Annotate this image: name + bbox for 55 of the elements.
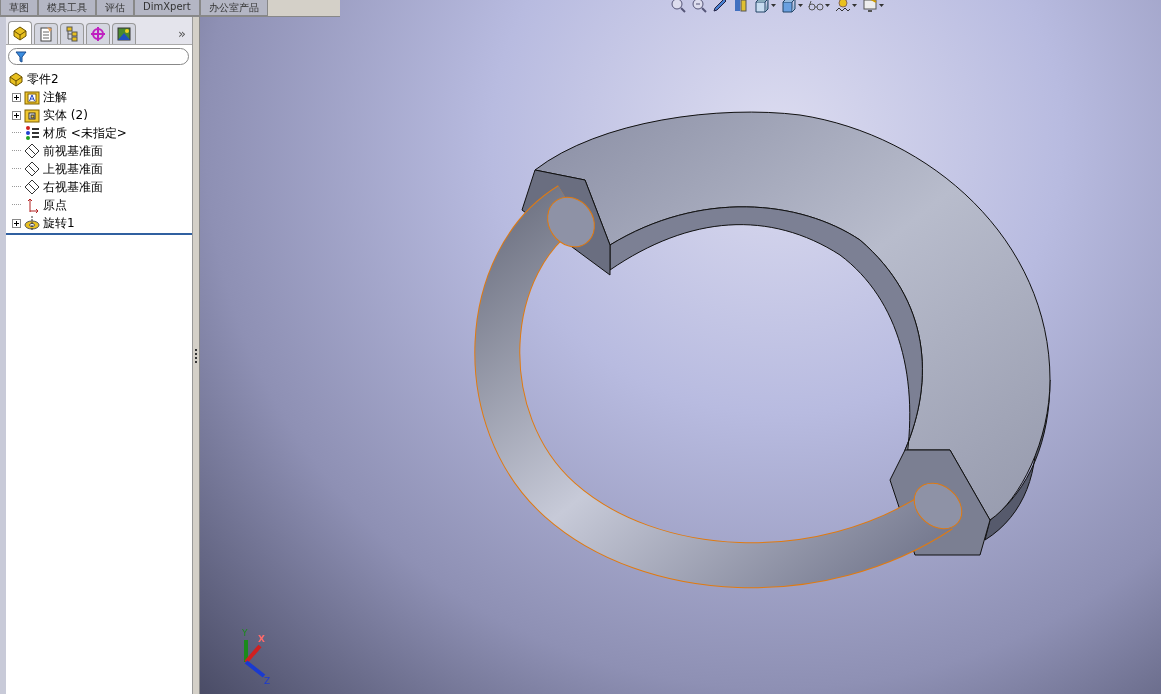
cube-icon[interactable] [754,0,770,13]
tree-item[interactable]: 实体 (2) [43,106,88,124]
manager-tab[interactable] [86,23,110,44]
solid-bodies-folder-icon [24,107,40,123]
magnifier-icon[interactable] [691,0,707,13]
command-tab[interactable]: 草图 [0,0,38,16]
tree-item[interactable]: 零件2 [27,70,59,88]
command-tab[interactable]: 办公室产品 [199,0,268,16]
picture-icon [116,26,132,42]
expand-icon[interactable] [12,218,21,228]
magnifier-icon[interactable] [670,0,686,13]
annotation-folder-icon [24,89,40,105]
cube-icon[interactable] [781,0,797,13]
filter-field[interactable] [8,48,189,65]
command-tab[interactable]: DimXpert [134,0,200,16]
revolve-icon [24,215,40,231]
hierarchy-icon [64,26,80,42]
axis-label: X [258,634,265,644]
tree-item[interactable]: 右视基准面 [43,178,103,196]
pencil-icon[interactable] [712,0,728,13]
axis-label: Z [264,676,271,686]
plane-icon [24,143,40,159]
monitor-icon[interactable] [862,0,878,13]
tree-item[interactable]: 上视基准面 [43,160,103,178]
manager-tab[interactable] [60,23,84,44]
expand-icon[interactable] [12,92,21,102]
manager-tab[interactable] [112,23,136,44]
tree-item[interactable]: 材质 <未指定> [43,124,127,142]
caret-icon[interactable] [852,3,857,7]
tree-item[interactable]: 注解 [43,88,67,106]
caret-icon[interactable] [825,3,830,7]
tree-item[interactable]: 前视基准面 [43,142,103,160]
plane-icon [24,161,40,177]
caret-icon[interactable] [771,3,776,7]
material-icon [24,125,40,141]
more-tabs-button[interactable]: » [178,26,186,44]
caret-icon[interactable] [879,3,884,7]
glasses-icon[interactable] [808,0,824,13]
tree-item[interactable]: 原点 [43,196,67,214]
tree-item[interactable]: 旋转1 [43,214,75,232]
section-view-icon[interactable] [733,0,749,13]
document-icon [38,26,54,42]
expand-icon[interactable] [12,110,21,120]
command-tab[interactable]: 评估 [96,0,134,16]
caret-icon[interactable] [798,3,803,7]
manager-tab[interactable] [34,23,58,44]
filter-icon [15,50,27,63]
command-tab[interactable]: 模具工具 [38,0,96,16]
plane-icon [24,179,40,195]
manager-tab[interactable] [8,21,32,44]
part-icon [8,71,24,87]
part-icon [12,25,28,41]
scene-icon[interactable] [835,0,851,13]
crosshair-icon [90,26,106,42]
axis-label: Y [242,628,248,638]
